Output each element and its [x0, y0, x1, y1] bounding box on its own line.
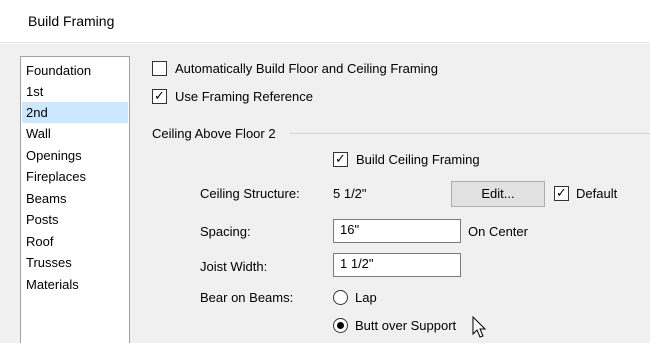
- spacing-input[interactable]: 16": [333, 219, 461, 243]
- joist-width-label: Joist Width:: [200, 259, 268, 274]
- build-ceiling-label[interactable]: Build Ceiling Framing: [356, 152, 480, 167]
- butt-over-support-radio[interactable]: [333, 318, 348, 333]
- ceiling-group-title: Ceiling Above Floor 2: [152, 126, 276, 141]
- radio-selected-dot: [337, 322, 344, 329]
- joist-width-input[interactable]: 1 1/2": [333, 253, 461, 277]
- title-bar: Build Framing: [0, 0, 650, 43]
- checkmark-icon: ✓: [556, 185, 567, 200]
- lap-radio[interactable]: [333, 290, 348, 305]
- sidebar-item-beams[interactable]: Beams: [22, 188, 128, 209]
- lap-label[interactable]: Lap: [355, 290, 377, 305]
- build-ceiling-checkbox[interactable]: ✓: [333, 151, 348, 167]
- ceiling-structure-value: 5 1/2": [333, 186, 367, 201]
- mouse-pointer-icon: [472, 316, 487, 338]
- sidebar-item-wall[interactable]: Wall: [22, 123, 128, 144]
- spacing-unit: On Center: [468, 224, 528, 239]
- window-title: Build Framing: [28, 13, 115, 29]
- butt-over-support-label[interactable]: Butt over Support: [355, 318, 456, 333]
- auto-build-label[interactable]: Automatically Build Floor and Ceiling Fr…: [175, 61, 438, 76]
- default-label[interactable]: Default: [576, 186, 617, 201]
- sidebar-item-posts[interactable]: Posts: [22, 209, 128, 230]
- use-reference-checkbox[interactable]: ✓: [152, 88, 167, 104]
- sidebar-item-2nd[interactable]: 2nd: [22, 102, 128, 123]
- sidebar-item-foundation[interactable]: Foundation: [22, 60, 128, 81]
- auto-build-checkbox[interactable]: [152, 61, 167, 76]
- ceiling-structure-label: Ceiling Structure:: [200, 186, 300, 201]
- spacing-label: Spacing:: [200, 224, 251, 239]
- bear-on-beams-label: Bear on Beams:: [200, 290, 294, 305]
- checkmark-icon: ✓: [154, 88, 165, 103]
- group-divider: [290, 133, 650, 134]
- sidebar-item-roof[interactable]: Roof: [22, 231, 128, 252]
- edit-button[interactable]: Edit...: [451, 181, 545, 207]
- sidebar-item-openings[interactable]: Openings: [22, 145, 128, 166]
- default-checkbox[interactable]: ✓: [554, 185, 569, 201]
- use-reference-label[interactable]: Use Framing Reference: [175, 89, 313, 104]
- category-list[interactable]: Foundation 1st 2nd Wall Openings Firepla…: [20, 56, 130, 343]
- sidebar-item-fireplaces[interactable]: Fireplaces: [22, 166, 128, 187]
- sidebar-item-materials[interactable]: Materials: [22, 274, 128, 295]
- checkmark-icon: ✓: [335, 151, 346, 166]
- sidebar-item-trusses[interactable]: Trusses: [22, 252, 128, 273]
- sidebar-item-1st[interactable]: 1st: [22, 81, 128, 102]
